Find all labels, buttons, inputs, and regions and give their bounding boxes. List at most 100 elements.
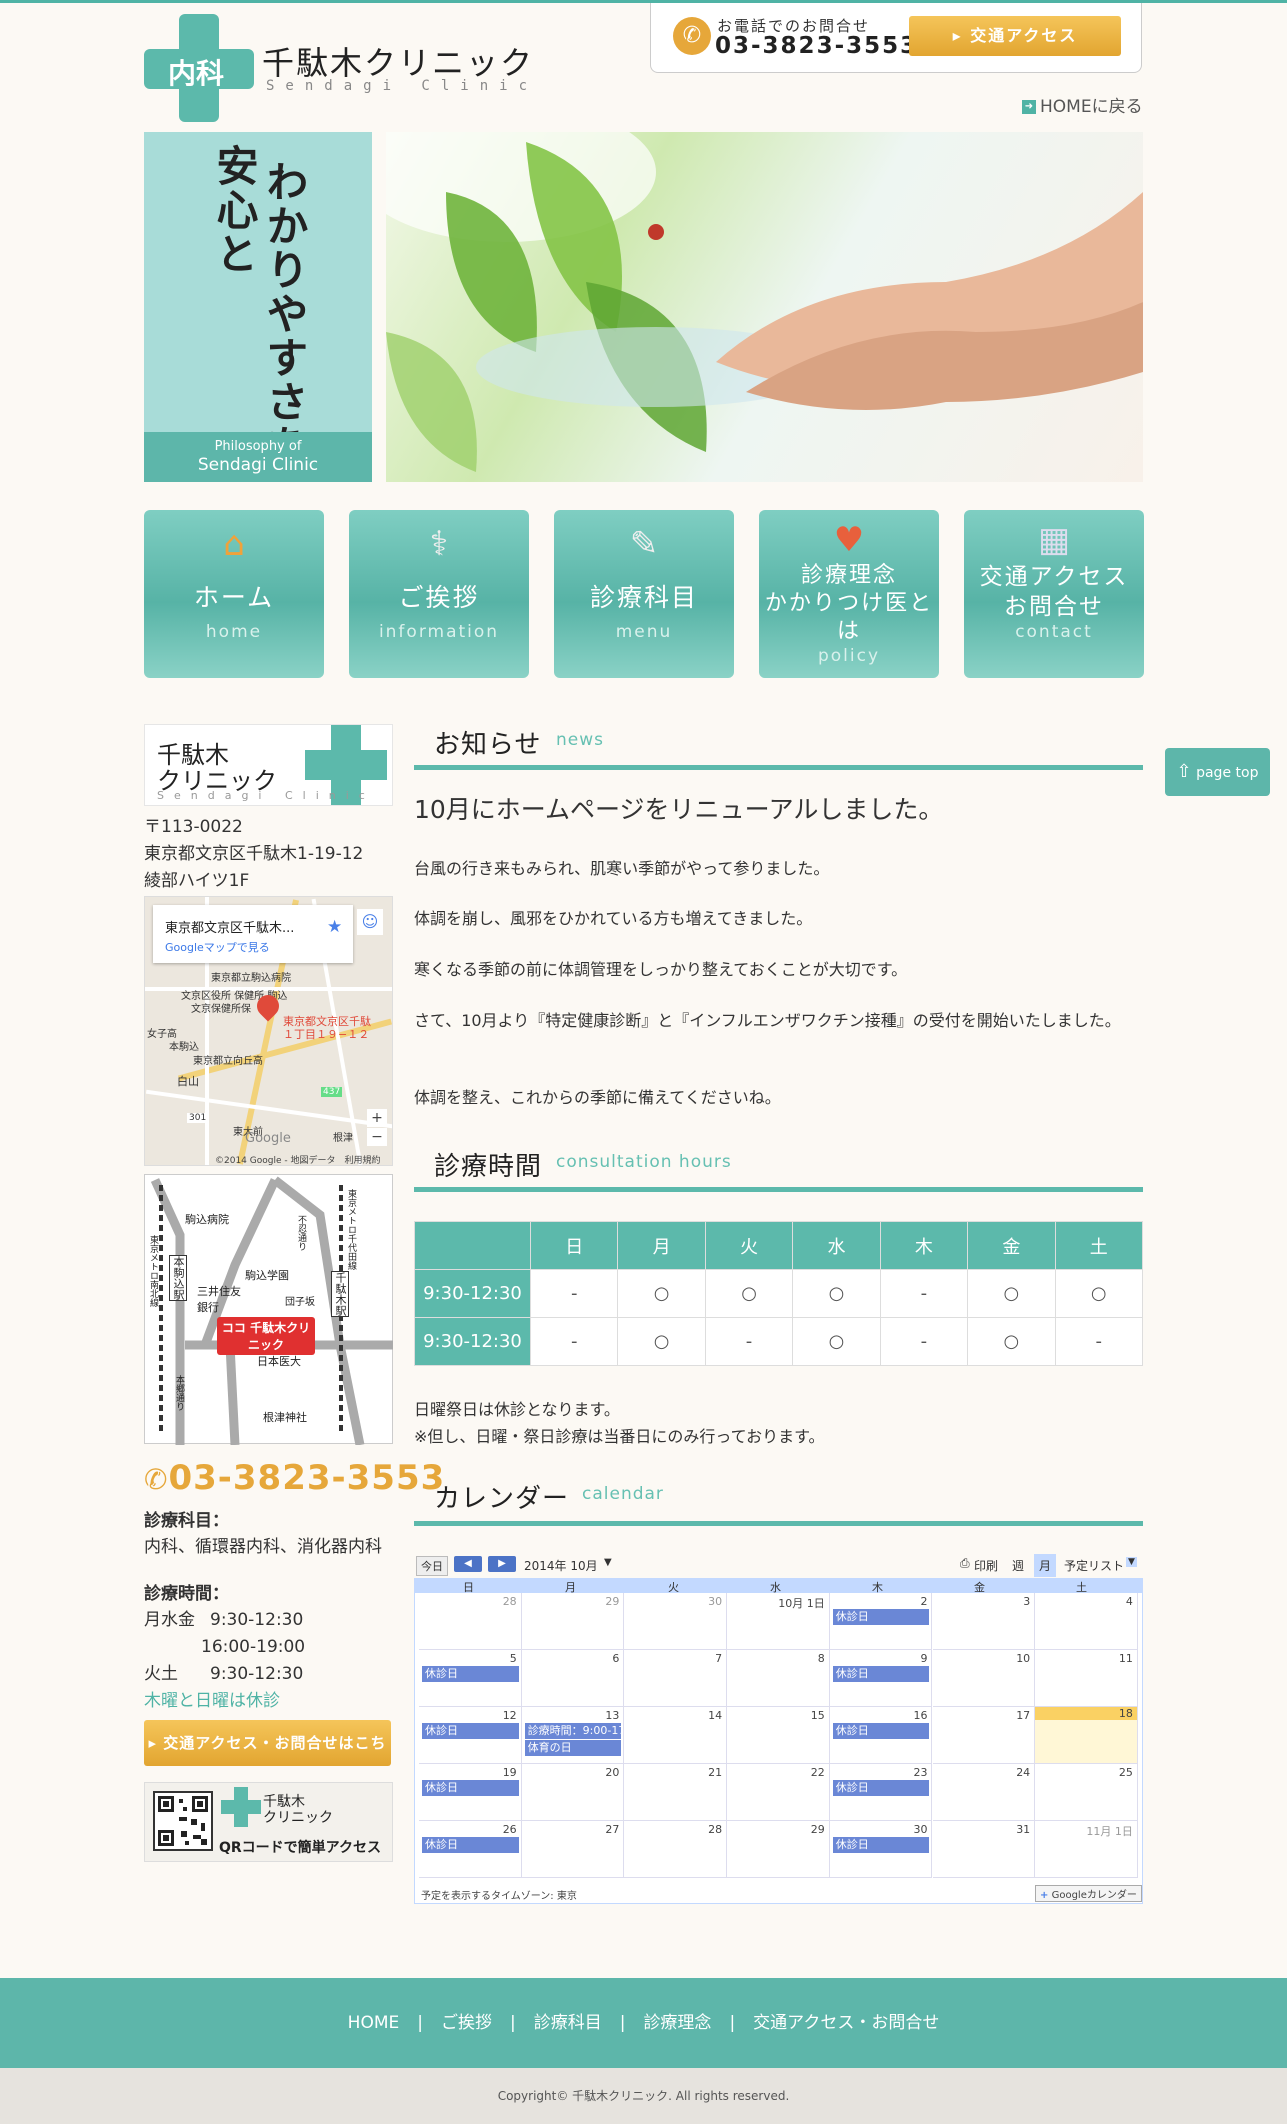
google-calendar-badge[interactable]: + Googleカレンダー	[1035, 1885, 1142, 1902]
calendar-day-cell[interactable]: 28	[419, 1593, 522, 1650]
calendar-event[interactable]: 休診日	[832, 1780, 930, 1796]
calendar-day-cell[interactable]: 24	[932, 1764, 1036, 1821]
calendar-day-cell[interactable]: 17	[932, 1707, 1036, 1764]
calendar-day-number: 15	[810, 1709, 825, 1722]
footer-link-policy[interactable]: 診療理念	[643, 2013, 711, 2033]
map-zoom-out-button[interactable]: −	[367, 1128, 387, 1146]
nav-tile-greeting[interactable]: ⚕ ご挨拶 information	[349, 510, 529, 678]
calendar-event[interactable]: 休診日	[832, 1723, 930, 1739]
calendar-day-number: 14	[708, 1709, 723, 1722]
calendar-day-cell[interactable]: 11月 1日	[1035, 1821, 1138, 1878]
home-back-link[interactable]: ➜ HOMEに戻る	[1022, 92, 1143, 117]
calendar-day-cell[interactable]: 10月 1日	[727, 1593, 830, 1650]
nav-tile-contact[interactable]: ▦ 交通アクセス お問合せ contact	[964, 510, 1144, 678]
nav-tile-home[interactable]: ⌂ ホーム home	[144, 510, 324, 678]
page-top-button[interactable]: ⇧ page top	[1165, 748, 1270, 796]
calendar-day-number: 4	[1125, 1595, 1133, 1608]
footer-link-menu[interactable]: 診療科目	[534, 2013, 602, 2033]
sidebar-hours1-b: 16:00-19:00	[201, 1637, 306, 1657]
calendar-day-number: 29	[605, 1595, 620, 1608]
header-access-button[interactable]: ▸ 交通アクセス	[909, 16, 1121, 56]
access-label-hongo-dori: 本郷通り	[174, 1375, 184, 1411]
footer-link-contact[interactable]: 交通アクセス・お問合せ	[753, 2013, 939, 2033]
sidebar-phone-number[interactable]: ✆03-3823-3553	[144, 1458, 445, 1498]
sidebar-hours2-a: 9:30-12:30	[210, 1664, 304, 1684]
calendar-event[interactable]: 体育の日	[524, 1740, 622, 1756]
calendar-toolbar: 今日 ◀ ▶ 2014年 10月 ▼ ⎙ 印刷 週 月 予定リスト ▼	[414, 1554, 1143, 1577]
calendar-day-cell[interactable]: 14	[624, 1707, 728, 1764]
header-contact-box: ✆ お電話でのお問合せ 03-3823-3553 ▸ 交通アクセス	[650, 3, 1142, 73]
calendar-day-cell[interactable]: 18	[1035, 1707, 1138, 1764]
nav-tile-menu[interactable]: ✎ 診療科目 menu	[554, 510, 734, 678]
calendar-day-cell[interactable]: 30	[624, 1593, 728, 1650]
sidebar-access-button[interactable]: ▸ 交通アクセス・お問合せはこちら	[144, 1720, 391, 1798]
map-zoom-in-button[interactable]: +	[367, 1109, 387, 1127]
chevron-down-icon[interactable]: ▼	[604, 1557, 612, 1568]
access-label-clinic-here: ココ 千駄木クリニック	[217, 1317, 315, 1355]
calendar-event[interactable]: 診療時間：9:00-17	[524, 1723, 622, 1739]
calendar-day-cell[interactable]: 10	[932, 1650, 1036, 1707]
calendar-day-number: 23	[913, 1766, 928, 1779]
calendar-event[interactable]: 休診日	[422, 1723, 519, 1739]
calendar-event[interactable]: 休診日	[422, 1837, 519, 1853]
calendar-day-cell[interactable]: 7	[624, 1650, 728, 1707]
calendar-day-cell[interactable]: 27	[521, 1821, 625, 1878]
calendar-today-button[interactable]: 今日	[416, 1556, 448, 1576]
calendar-print-button[interactable]: 印刷	[974, 1557, 998, 1574]
calendar-day-cell[interactable]: 8	[727, 1650, 830, 1707]
header-phone-number[interactable]: 03-3823-3553	[715, 33, 918, 59]
calendar-day-cell[interactable]: 21	[624, 1764, 728, 1821]
qr-caption: QRコードで簡単アクセス	[219, 1840, 381, 1856]
calendar-event[interactable]: 休診日	[422, 1780, 519, 1796]
calendar-day-cell[interactable]: 6	[521, 1650, 625, 1707]
calendar-day-cell[interactable]: 28	[624, 1821, 728, 1878]
hero-philosophy-of: Philosophy of	[214, 439, 302, 454]
calendar-day-number: 16	[913, 1709, 928, 1722]
calendar-event[interactable]: 休診日	[422, 1666, 519, 1682]
calendar-day-cell[interactable]: 20	[521, 1764, 625, 1821]
calendar-day-cell[interactable]: 29	[727, 1821, 830, 1878]
calendar-day-cell[interactable]: 22	[727, 1764, 830, 1821]
map-label-10: Google	[245, 1131, 291, 1146]
sidebar-phone-text: 03-3823-3553	[168, 1458, 446, 1498]
calendar-event[interactable]: 休診日	[832, 1609, 930, 1625]
calendar-list-tab[interactable]: 予定リスト	[1064, 1557, 1124, 1574]
calendar-day-cell[interactable]: 25	[1035, 1764, 1138, 1821]
home-back-label: HOMEに戻る	[1040, 97, 1143, 117]
pegman-icon[interactable]: ☺	[357, 909, 383, 935]
footer-link-greeting[interactable]: ご挨拶	[441, 2013, 492, 2033]
calendar-event[interactable]: 休診日	[832, 1837, 930, 1853]
map-label-7: 白山	[177, 1075, 199, 1088]
calendar-day-cell[interactable]: 31	[932, 1821, 1036, 1878]
nav-tile-policy[interactable]: ♥ 診療理念 かかりつけ医とは policy	[759, 510, 939, 678]
page-top-label: page top	[1196, 765, 1259, 781]
calendar-day-cell[interactable]: 3	[932, 1593, 1036, 1650]
calendar-event[interactable]: 休診日	[832, 1666, 930, 1682]
calendar-day-cell[interactable]: 29	[521, 1593, 625, 1650]
house-icon: ⌂	[223, 524, 245, 564]
chevron-down-icon[interactable]: ▼	[1126, 1557, 1137, 1567]
map-label-12: 437	[321, 1087, 343, 1097]
footer-link-home[interactable]: HOME	[348, 2013, 400, 2033]
nav-contact-label: 交通アクセス お問合せ	[979, 564, 1129, 620]
chevron-right-icon: ▸	[148, 1734, 158, 1752]
calendar-day-number: 25	[1118, 1766, 1133, 1779]
map-popup-link[interactable]: Googleマップで見る	[165, 939, 270, 955]
calendar-day-cell[interactable]: 15	[727, 1707, 830, 1764]
logo-cross[interactable]: 内科	[144, 14, 254, 122]
hours-cell: ○	[617, 1269, 706, 1318]
nav-menu-label: 診療科目	[589, 583, 698, 612]
calendar-next-button[interactable]: ▶	[488, 1556, 516, 1572]
qr-banner[interactable]: 千駄木 クリニック QRコードで簡単アクセス	[144, 1782, 393, 1862]
google-map[interactable]: 東京都文京区千駄木... Googleマップで見る ★ ☺ 東京都立駒込病院 文…	[144, 896, 393, 1166]
calendar-month-tab[interactable]: 月	[1034, 1554, 1057, 1577]
print-icon[interactable]: ⎙	[960, 1556, 970, 1571]
calendar-prev-button[interactable]: ◀	[454, 1556, 482, 1572]
calendar-week-tab[interactable]: 週	[1012, 1557, 1024, 1574]
star-icon[interactable]: ★	[327, 917, 342, 937]
qr-name-2: クリニック	[263, 1810, 333, 1826]
nav-menu-sub: menu	[615, 622, 673, 642]
hours-note-1: 日曜祭日は休診となります。	[414, 1400, 620, 1419]
calendar-day-cell[interactable]: 4	[1035, 1593, 1138, 1650]
calendar-day-cell[interactable]: 11	[1035, 1650, 1138, 1707]
